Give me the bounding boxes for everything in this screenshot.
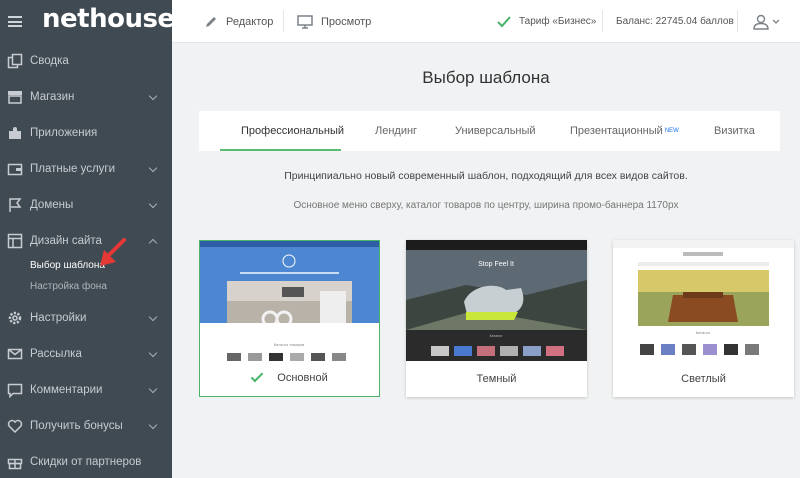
template-card-main[interactable]: Каталог товаров Основной [199, 240, 380, 397]
preview-label: Просмотр [321, 15, 372, 28]
sidebar-item-label: Сводка [30, 55, 69, 67]
sidebar-item-bonuses[interactable]: Получить бонусы [0, 408, 172, 444]
sidebar-subitem-template-choice[interactable]: Выбор шаблона [30, 260, 105, 271]
chevron-down-icon [148, 312, 158, 322]
preview-button[interactable]: Просмотр [297, 0, 371, 43]
sidebar-item-label: Получить бонусы [30, 420, 123, 432]
sidebar-item-label: Рассылка [30, 348, 82, 360]
sidebar-item-label: Домены [30, 199, 74, 211]
logo[interactable]: nethouse [42, 4, 175, 34]
sidebar-item-label: Комментарии [30, 384, 103, 396]
heart-icon [7, 418, 23, 434]
mail-icon [7, 346, 23, 362]
sidebar-item-site-design[interactable]: Дизайн сайта [0, 223, 172, 259]
tab-business-card[interactable]: Визитка [714, 111, 755, 151]
sidebar-item-label: Платные услуги [30, 163, 116, 175]
chevron-down-icon [148, 91, 158, 101]
sidebar-item-partner-discounts[interactable]: Скидки от партнеров [0, 444, 172, 478]
wallet-icon [7, 161, 23, 177]
sidebar-subitem-background-settings[interactable]: Настройка фона [30, 281, 107, 292]
chevron-down-icon [148, 384, 158, 394]
sidebar-item-domains[interactable]: Домены [0, 187, 172, 223]
chevron-up-icon [148, 238, 158, 248]
divider [737, 10, 738, 32]
sidebar-item-paid-services[interactable]: Платные услуги [0, 151, 172, 187]
layout-icon [7, 233, 23, 249]
template-name: Основной [277, 372, 328, 384]
puzzle-icon [7, 125, 23, 141]
tariff-link[interactable]: Тариф «Бизнес» [497, 0, 596, 43]
gear-icon [7, 310, 23, 326]
tab-landing[interactable]: Лендинг [375, 111, 417, 151]
active-tab-indicator [220, 149, 341, 151]
flag-icon [7, 197, 23, 213]
sidebar-item-settings[interactable]: Настройки [0, 300, 172, 336]
sidebar-header: nethouse [0, 0, 175, 44]
catalog-caption: Каталог товаров [274, 342, 305, 347]
sidebar-item-apps[interactable]: Приложения [0, 115, 172, 151]
template-description: Принципиально новый современный шаблон, … [284, 170, 688, 182]
check-icon [250, 369, 264, 383]
copy-icon [7, 53, 23, 69]
sidebar-item-dashboard[interactable]: Сводка [0, 43, 172, 79]
catalog-caption: Каталог [696, 330, 711, 335]
sidebar-item-comments[interactable]: Комментарии [0, 372, 172, 408]
editor-button[interactable]: Редактор [204, 0, 273, 43]
new-badge: NEW [664, 128, 679, 134]
svg-text:Каталог: Каталог [490, 334, 503, 338]
page-title: Выбор шаблона [422, 68, 550, 87]
balance-display: Баланс: 22745.04 баллов [616, 16, 734, 27]
template-card-label: Светлый [681, 373, 726, 385]
chevron-down-icon [148, 199, 158, 209]
monitor-icon [297, 14, 313, 29]
editor-label: Редактор [226, 15, 274, 28]
chevron-down-icon [148, 348, 158, 358]
hamburger-menu-icon[interactable] [8, 16, 22, 27]
topbar: Редактор Просмотр Тариф «Бизнес» Баланс:… [172, 0, 800, 43]
template-card-label: Основной [200, 360, 379, 396]
sidebar-item-label: Магазин [30, 91, 75, 103]
check-icon [497, 15, 511, 27]
sidebar-item-label: Скидки от партнеров [30, 456, 142, 468]
sidebar-item-mailing[interactable]: Рассылка [0, 336, 172, 372]
tab-label: Презентационный [570, 125, 663, 137]
tab-universal[interactable]: Универсальный [455, 111, 536, 151]
gift-icon [7, 454, 23, 470]
store-icon [7, 89, 23, 105]
pointer-arrow-icon [100, 238, 126, 266]
template-tabs: Профессиональный Лендинг Универсальный П… [199, 111, 780, 151]
template-preview-main: Каталог товаров [200, 241, 379, 361]
tab-presentation[interactable]: Презентационный NEW [570, 111, 679, 151]
template-details: Основное меню сверху, каталог товаров по… [293, 200, 679, 211]
sidebar-item-label: Дизайн сайта [30, 235, 102, 247]
comment-icon [7, 382, 23, 398]
user-icon [753, 14, 769, 30]
template-preview-dark: Stop Feel It Каталог [406, 240, 587, 361]
user-menu-button[interactable] [752, 0, 780, 43]
chevron-down-icon [772, 19, 780, 24]
sidebar-item-label: Настройки [30, 312, 87, 324]
divider [602, 10, 603, 32]
tariff-label: Тариф «Бизнес» [519, 16, 597, 27]
template-preview-light: Каталог [613, 240, 794, 361]
chevron-down-icon [148, 420, 158, 430]
divider [283, 10, 284, 32]
sidebar-item-store[interactable]: Магазин [0, 79, 172, 115]
banner-caption: Stop Feel It [478, 261, 514, 268]
sidebar-item-label: Приложения [30, 127, 98, 139]
template-card-light[interactable]: Каталог Светлый [613, 240, 794, 397]
sidebar: nethouse Сводка Магазин Приложения Платн… [0, 0, 175, 478]
template-card-dark[interactable]: Stop Feel It Каталог Темный [406, 240, 587, 397]
tab-professional[interactable]: Профессиональный [241, 111, 344, 151]
pencil-icon [206, 16, 216, 27]
chevron-down-icon [148, 163, 158, 173]
template-card-label: Темный [476, 373, 517, 385]
